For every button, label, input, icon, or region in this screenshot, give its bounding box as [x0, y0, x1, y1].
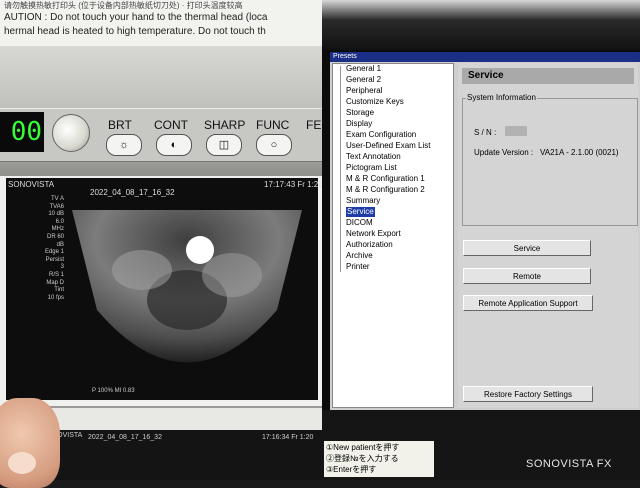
fingernail: [8, 452, 36, 474]
nav-item-printer[interactable]: Printer: [346, 262, 370, 272]
warning-text-line-1: AUTION : Do not touch your hand to the t…: [4, 12, 268, 23]
brt-label: BRT: [108, 118, 132, 132]
func-label: FUNC: [256, 118, 290, 132]
printout-time: 17:17:43 Fr 1:20: [264, 180, 323, 189]
note-line-3: ③Enterを押す: [326, 465, 377, 474]
printout-parameters: TV A TVA6 10 dB 6.0 MHz DR 60 dB Edge 1 …: [44, 196, 64, 302]
note-line-1: ①New patientを押す: [326, 443, 400, 452]
nav-item-network-export[interactable]: Network Export: [346, 229, 401, 239]
remote-button[interactable]: Remote: [463, 268, 591, 284]
sn-value-redacted: [505, 126, 527, 136]
param-line: TV A: [50, 196, 64, 202]
remote-application-support-button[interactable]: Remote Application Support: [463, 295, 593, 311]
printer-knob[interactable]: [52, 114, 90, 152]
nav-item-user-defined-exam-list[interactable]: User-Defined Exam List: [346, 141, 430, 151]
warning-text-chinese: 请勿触摸热敏打印头 (位于设备内部热敏纸切刀处) · 打印头温度较高: [4, 1, 243, 10]
nav-item-text-annotation[interactable]: Text Annotation: [346, 152, 401, 162]
param-line: 6.0 MHz: [51, 218, 64, 233]
instruction-note: ①New patientを押す ②登録№を入力する ③Enterを押す: [324, 441, 434, 477]
printout-footer: P 100% MI 0.83: [92, 388, 135, 394]
param-line: Map D: [46, 279, 64, 286]
fe-label: FE: [306, 118, 322, 132]
service-button[interactable]: Service: [463, 240, 591, 256]
param-line: 10 dB: [48, 211, 64, 218]
param-line: Persist 3: [45, 256, 64, 271]
section-title: Service: [462, 68, 634, 84]
printout-brand: SONOVISTA: [8, 180, 55, 189]
restore-factory-settings-button[interactable]: Restore Factory Settings: [463, 386, 593, 402]
ultrasound-image: [72, 210, 302, 363]
window-title: Presets: [330, 52, 640, 62]
nav-item-exam-configuration[interactable]: Exam Configuration: [346, 130, 416, 140]
monitor-bezel: [322, 0, 640, 50]
param-line: DR 60 dB: [46, 233, 64, 248]
system-information-group: [462, 98, 638, 226]
note-line-2: ②登録№を入力する: [326, 454, 399, 463]
nav-item-m-r-configuration-1[interactable]: M & R Configuration 1: [346, 174, 425, 184]
sharp-label: SHARP: [204, 118, 246, 132]
sonovista-fx-logo: SONOVISTA FX: [526, 458, 612, 470]
nav-item-m-r-configuration-2[interactable]: M & R Configuration 2: [346, 185, 425, 195]
printout-date: 2022_04_08_17_16_32: [90, 188, 175, 197]
second-printout-time: 17:16:34 Fr 1:20: [262, 434, 314, 441]
param-line: Edge 1: [44, 249, 64, 256]
func-button[interactable]: ○: [256, 134, 292, 156]
param-line: TVA6: [49, 203, 64, 210]
nav-item-storage[interactable]: Storage: [346, 108, 374, 118]
tree-guide-line: [340, 66, 341, 272]
param-line: Tint: [54, 287, 64, 294]
sharp-button[interactable]: ◫: [206, 134, 242, 156]
nav-item-general-2[interactable]: General 2: [346, 75, 381, 85]
nav-item-peripheral[interactable]: Peripheral: [346, 86, 382, 96]
nav-item-pictogram-list[interactable]: Pictogram List: [346, 163, 397, 173]
system-information-legend: System Information: [466, 93, 537, 102]
sn-label: S / N :: [474, 128, 497, 137]
finger: [0, 398, 60, 488]
led-counter-display: 00: [0, 112, 44, 152]
update-version-value: VA21A - 2.1.00 (0021): [540, 148, 619, 157]
nav-item-service[interactable]: Service: [346, 207, 375, 217]
cont-label: CONT: [154, 118, 188, 132]
cont-button[interactable]: ◐: [156, 134, 192, 156]
nav-item-authorization[interactable]: Authorization: [346, 240, 393, 250]
nav-item-summary[interactable]: Summary: [346, 196, 380, 206]
param-line: 10 fps: [47, 294, 64, 301]
nav-item-general-1[interactable]: General 1: [346, 64, 381, 74]
nav-item-display[interactable]: Display: [346, 119, 372, 129]
warning-text-line-2: hermal head is heated to high temperatur…: [4, 26, 266, 37]
update-version-label: Update Version :: [474, 148, 534, 157]
nav-item-customize-keys[interactable]: Customize Keys: [346, 97, 404, 107]
nav-item-archive[interactable]: Archive: [346, 251, 373, 261]
nav-item-dicom[interactable]: DICOM: [346, 218, 373, 228]
second-printout-date: 2022_04_08_17_16_32: [88, 434, 162, 441]
brt-button[interactable]: ☼: [106, 134, 142, 156]
param-line: R/S 1: [48, 271, 64, 278]
